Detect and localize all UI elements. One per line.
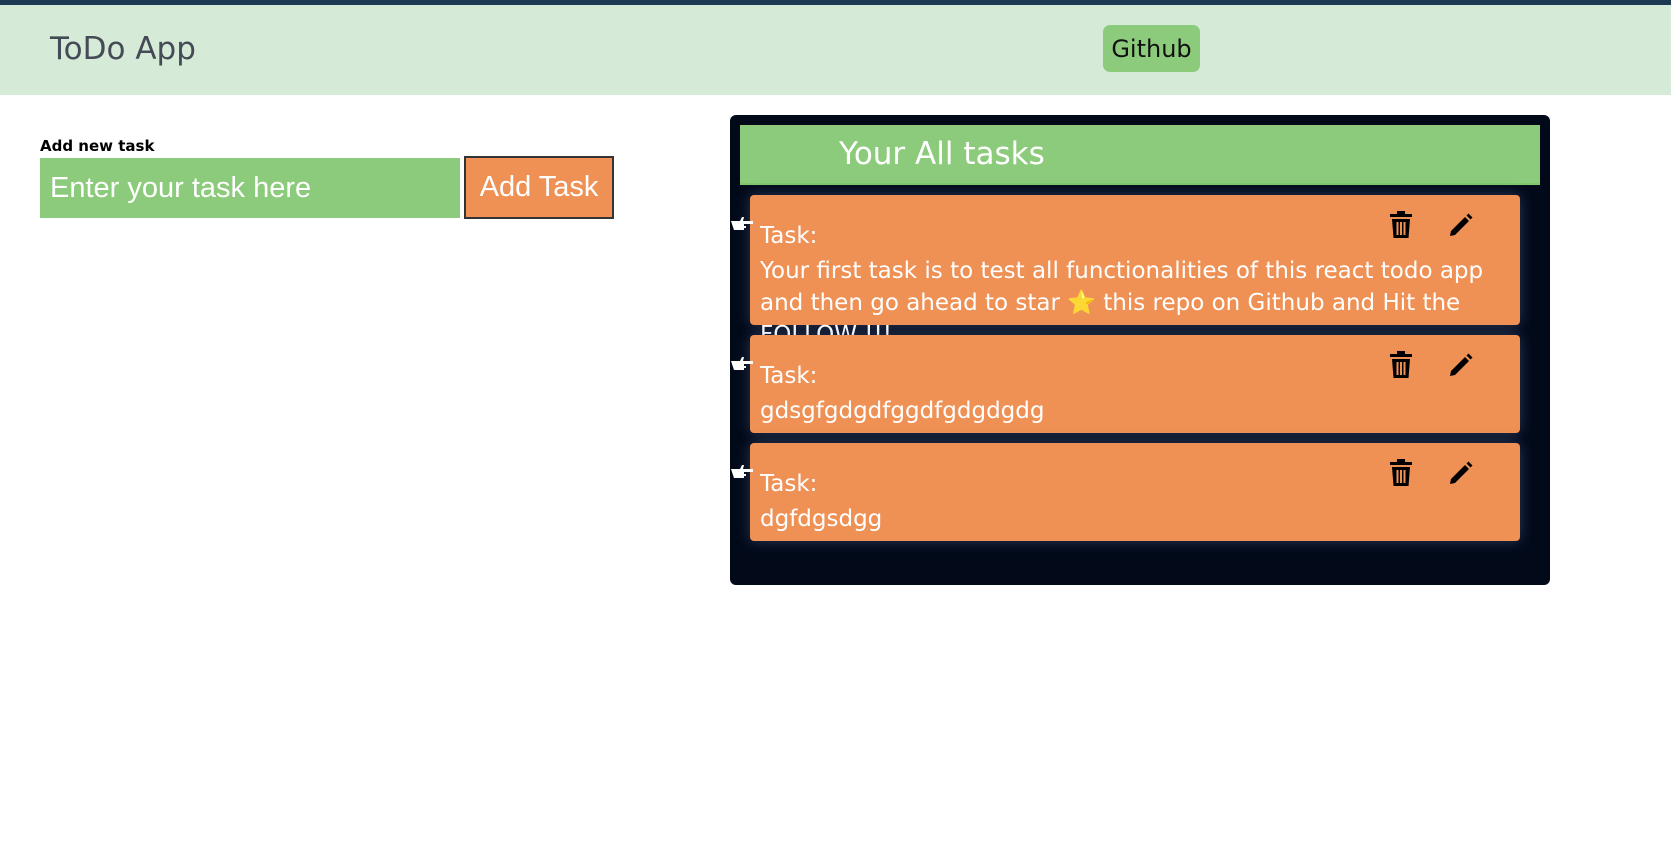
task-label: Task: [760, 223, 818, 249]
trash-icon[interactable] [1385, 349, 1417, 381]
trash-icon[interactable] [1385, 457, 1417, 489]
pencil-icon[interactable] [1445, 457, 1477, 489]
navbar: ToDo App Github [0, 5, 1671, 95]
github-button[interactable]: Github [1103, 25, 1200, 72]
tasks-panel-title: Your All tasks [839, 136, 1045, 172]
task-text: gdsgfgdgdfggdfgdgdgdg [760, 398, 1045, 424]
task-card: Task: Your first task is to test all fun… [731, 195, 1520, 348]
tasks-panel-header: Your All tasks [740, 125, 1540, 185]
task-card: Task: dgfdgsdgg [731, 443, 1520, 541]
task-card: Task: gdsgfgdgdfggdfgdgdgdg [731, 335, 1520, 433]
task-text: dgfdgsdgg [760, 506, 883, 532]
pencil-icon[interactable] [1445, 209, 1477, 241]
task-label: Task: [760, 363, 818, 389]
add-task-button[interactable]: Add Task [464, 156, 614, 219]
task-label: Task: [760, 471, 818, 497]
tasks-panel: Your All tasks Task: Your first task is … [730, 115, 1550, 585]
add-task-label: Add new task [40, 137, 155, 155]
hand-pointing-right-icon [731, 357, 753, 370]
hand-pointing-right-icon [731, 465, 753, 478]
pencil-icon[interactable] [1445, 349, 1477, 381]
app-brand[interactable]: ToDo App [50, 31, 196, 67]
hand-pointing-right-icon [731, 217, 753, 230]
task-input[interactable] [40, 158, 460, 218]
trash-icon[interactable] [1385, 209, 1417, 241]
